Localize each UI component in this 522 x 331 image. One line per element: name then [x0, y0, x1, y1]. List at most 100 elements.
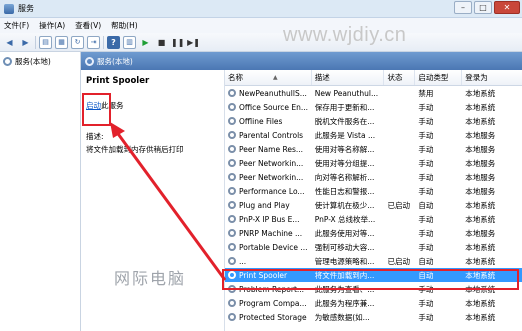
service-startup-type-cell: 手动 [418, 214, 434, 224]
console-tree: 服务(本地) [0, 52, 81, 331]
service-row[interactable]: Peer Networkin... 向对等名称解析... 手动 本地服务 [225, 170, 522, 184]
service-status-cell [384, 170, 415, 184]
service-row[interactable]: Plug and Play 使计算机在极少... 已启动 自动 本地系统 [225, 198, 522, 212]
watermark: www.wjdiy.cn [283, 24, 407, 46]
service-name-cell: Performance Lo... [225, 184, 312, 198]
service-status-cell [384, 100, 415, 114]
service-logon-cell: 本地系统 [465, 116, 496, 126]
service-logon-cell: 本地系统 [465, 214, 496, 224]
service-startup-type-cell: 手动 [418, 242, 434, 252]
service-gear-icon [228, 215, 236, 223]
service-row[interactable]: Performance Lo... 性能日志和警报... 手动 本地服务 [225, 184, 522, 198]
service-row[interactable]: Office Source En... 保存用于更新和... 手动 本地系统 [225, 100, 522, 114]
brand-caption: 网际电脑 [114, 269, 187, 288]
service-gear-icon [228, 173, 236, 181]
forward-arrow-icon[interactable]: ▶ [19, 36, 32, 49]
service-name-cell: Portable Device ... [225, 240, 312, 254]
window-title: 服务 [18, 4, 34, 13]
service-description-cell: 此服务使用对等... [314, 228, 375, 238]
service-description-cell: 此服务是 Vista ... [314, 130, 376, 140]
close-button[interactable]: ✕ [494, 1, 520, 14]
service-name-cell: Peer Networkin... [225, 170, 312, 184]
service-description-cell: 管理电源策略和... [314, 256, 375, 266]
help-icon[interactable]: ? [107, 35, 120, 49]
service-row[interactable]: Protected Storage 为敏感数据(如... 手动 本地系统 [225, 310, 522, 324]
service-description-cell: 强制可移动大容... [314, 242, 375, 252]
service-description-cell: 向对等名称解析... [314, 172, 375, 182]
menu-bar: 文件(F) 操作(A) 查看(V) 帮助(H) [0, 18, 522, 33]
service-description-cell: New Peanuthul... [314, 88, 379, 98]
service-logon-cell: 本地系统 [465, 256, 496, 266]
service-startup-type-cell: 手动 [418, 186, 434, 196]
service-logon-cell: 本地服务 [465, 144, 496, 154]
services-list-header: 名称 ▲ 描述 状态 启动类型 登录为 [225, 70, 522, 86]
service-description-cell: PnP-X 总线枚举... [314, 214, 376, 224]
maximize-button[interactable]: □ [474, 1, 492, 14]
pause-service-icon[interactable]: ❚❚ [171, 36, 184, 49]
service-startup-type-cell: 手动 [418, 158, 434, 168]
service-name-cell: NewPeanuthullS... [225, 86, 312, 100]
service-row[interactable]: Offline Files 脱机文件服务在... 手动 本地系统 [225, 114, 522, 128]
service-row[interactable]: PNRP Machine ... 此服务使用对等... 手动 本地服务 [225, 226, 522, 240]
refresh-icon[interactable]: ↻ [71, 35, 84, 49]
menu-action[interactable]: 操作(A) [39, 20, 65, 31]
show-pane-icon[interactable]: ▥ [123, 35, 136, 49]
service-logon-cell: 本地系统 [465, 88, 496, 98]
service-row[interactable]: Peer Networkin... 使用对等分组提... 手动 本地服务 [225, 156, 522, 170]
service-row[interactable]: PnP-X IP Bus E... PnP-X 总线枚举... 手动 本地系统 [225, 212, 522, 226]
service-gear-icon [228, 299, 236, 307]
service-row[interactable]: ... 管理电源策略和... 已启动 自动 本地系统 [225, 254, 522, 268]
tree-node-services-local[interactable]: 服务(本地) [0, 52, 80, 71]
service-gear-icon [228, 201, 236, 209]
tree-node-label: 服务(本地) [15, 57, 51, 66]
service-gear-icon [228, 243, 236, 251]
toolbar-separator [103, 35, 104, 49]
service-row[interactable]: Peer Name Res... 使用对等名称解... 手动 本地服务 [225, 142, 522, 156]
column-header-description[interactable]: 描述 [312, 70, 385, 85]
gear-icon [3, 57, 12, 66]
service-logon-cell: 本地系统 [465, 312, 496, 322]
service-row[interactable]: Portable Device ... 强制可移动大容... 手动 本地系统 [225, 240, 522, 254]
window-controls: – □ ✕ [454, 1, 520, 14]
start-link-highlight-box [82, 93, 111, 126]
service-status-cell [384, 114, 415, 128]
title-bar: 服务 – □ ✕ [0, 0, 522, 18]
menu-view[interactable]: 查看(V) [75, 20, 101, 31]
column-header-startup-type[interactable]: 启动类型 [415, 70, 463, 85]
column-header-name[interactable]: 名称 ▲ [225, 70, 312, 85]
service-name-cell: Peer Name Res... [225, 142, 312, 156]
service-name-cell: Parental Controls [225, 128, 312, 142]
service-description-cell: 性能日志和警报... [314, 186, 375, 196]
service-gear-icon [228, 117, 236, 125]
service-description-cell: 为敏感数据(如... [314, 312, 370, 322]
back-arrow-icon[interactable]: ◀ [3, 36, 16, 49]
service-name-cell: Plug and Play [225, 198, 312, 212]
service-status-cell [384, 296, 415, 310]
service-row[interactable]: Parental Controls 此服务是 Vista ... 手动 本地服务 [225, 128, 522, 142]
service-row[interactable]: NewPeanuthullS... New Peanuthul... 禁用 本地系统 [225, 86, 522, 100]
export-list-icon[interactable]: ⇥ [87, 35, 100, 49]
console-tree-icon[interactable]: ▤ [39, 35, 52, 49]
column-header-log-on-as[interactable]: 登录为 [462, 70, 522, 85]
service-startup-type-cell: 自动 [418, 256, 434, 266]
content-header-title: 服务(本地) [97, 56, 133, 66]
service-description-cell: 使用对等分组提... [314, 158, 375, 168]
toolbar: ◀ ▶ ▤ ▦ ↻ ⇥ ? ▥ ▶ ■ ❚❚ ▶❚ [0, 33, 522, 52]
stop-service-icon[interactable]: ■ [155, 36, 168, 49]
service-row[interactable]: Program Compa... 此服务为程序兼... 手动 本地系统 [225, 296, 522, 310]
service-gear-icon [228, 159, 236, 167]
menu-help[interactable]: 帮助(H) [111, 20, 138, 31]
minimize-button[interactable]: – [454, 1, 472, 14]
start-service-icon[interactable]: ▶ [139, 36, 152, 49]
column-header-status[interactable]: 状态 [384, 70, 416, 85]
service-name-cell: Offline Files [225, 114, 312, 128]
service-logon-cell: 本地服务 [465, 228, 496, 238]
properties-icon[interactable]: ▦ [55, 35, 68, 49]
service-status-cell [384, 212, 415, 226]
service-gear-icon [228, 145, 236, 153]
menu-file[interactable]: 文件(F) [4, 20, 29, 31]
restart-service-icon[interactable]: ▶❚ [187, 36, 200, 49]
service-name-cell: Office Source En... [225, 100, 312, 114]
service-startup-type-cell: 禁用 [418, 88, 434, 98]
service-description-cell: 保存用于更新和... [314, 102, 375, 112]
